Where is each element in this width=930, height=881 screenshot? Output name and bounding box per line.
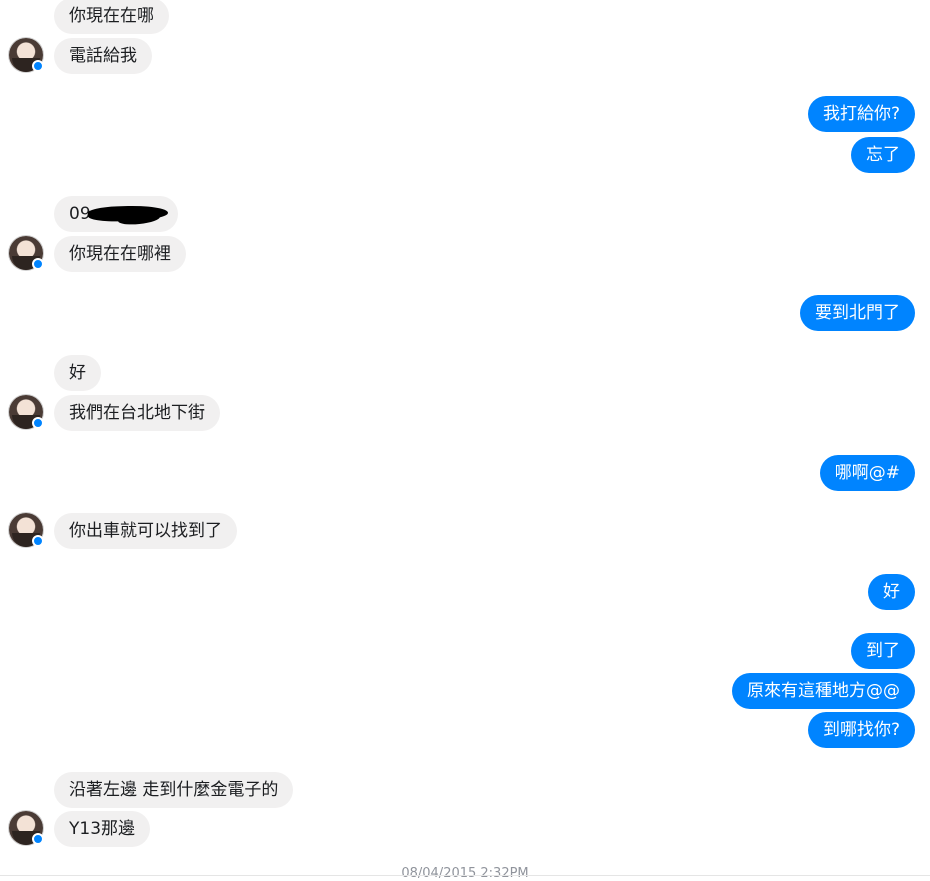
incoming-message[interactable]: 你出車就可以找到了 [54, 513, 237, 549]
outgoing-message[interactable]: 要到北門了 [800, 295, 915, 331]
incoming-message[interactable]: Y13那邊 [54, 811, 151, 847]
messenger-badge-icon [32, 258, 44, 270]
incoming-message[interactable]: 你現在在哪 [54, 0, 169, 34]
outgoing-message[interactable]: 忘了 [851, 137, 915, 173]
chat-thread: 你現在在哪 電話給我 我打給你? 忘了 09 你現在在哪裡 要到北門了 好 我們… [0, 0, 930, 881]
incoming-message[interactable]: 電話給我 [54, 38, 152, 74]
outgoing-message[interactable]: 原來有這種地方@@ [732, 673, 915, 709]
outgoing-message[interactable]: 到了 [851, 633, 915, 669]
outgoing-message[interactable]: 好 [868, 574, 915, 610]
messenger-badge-icon [32, 417, 44, 429]
messenger-badge-icon [32, 60, 44, 72]
divider [0, 875, 930, 876]
incoming-message[interactable]: 我們在台北地下街 [54, 395, 220, 431]
incoming-message[interactable]: 沿著左邊 走到什麼金電子的 [54, 772, 294, 808]
outgoing-message[interactable]: 我打給你? [807, 96, 915, 132]
conversation-timestamp: 08/04/2015 2:32PM [401, 866, 529, 881]
outgoing-message[interactable]: 哪啊@# [819, 455, 915, 491]
messenger-badge-icon [32, 535, 44, 547]
incoming-message[interactable]: 你現在在哪裡 [54, 236, 186, 272]
messenger-badge-icon [32, 833, 44, 845]
incoming-message[interactable]: 好 [54, 355, 101, 391]
outgoing-message[interactable]: 到哪找你? [807, 712, 915, 748]
